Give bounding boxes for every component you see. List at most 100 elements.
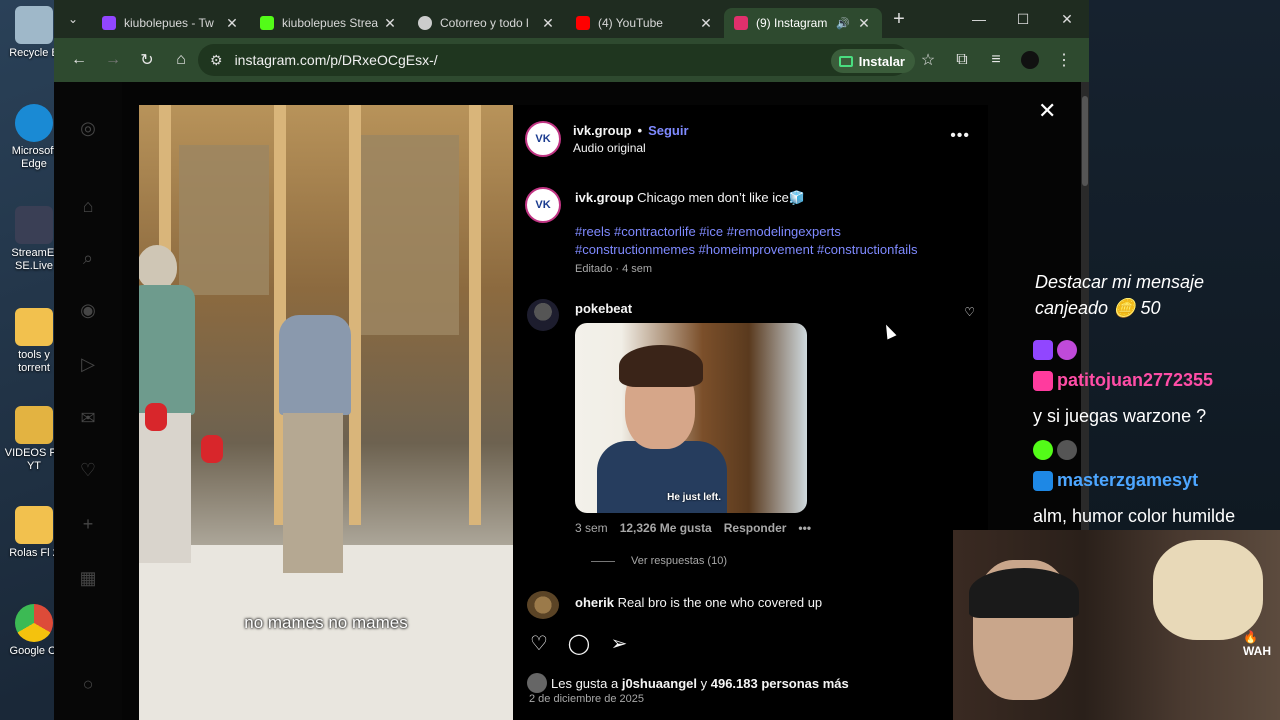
chat-author: patitojuan2772355 [1033, 370, 1213, 392]
close-window-button[interactable]: ✕ [1045, 0, 1089, 38]
desktop-icon-label: Recycle B [9, 47, 59, 59]
caption-username[interactable]: ivk.group [575, 190, 634, 205]
close-icon[interactable]: ✕ [224, 15, 240, 32]
likes-count[interactable]: 496.183 personas más [711, 676, 849, 691]
tab-label: Cotorreo y todo l [440, 16, 529, 30]
tab-youtube[interactable]: (4) YouTube ✕ [566, 8, 724, 38]
tab-chatgpt[interactable]: Cotorreo y todo l ✕ [408, 8, 566, 38]
streamelements-icon [15, 206, 53, 244]
post-date: 2 de diciembre de 2025 [529, 693, 644, 705]
reload-icon: ↻ [140, 52, 154, 69]
desktop-icon-label: tools y torrent [18, 349, 50, 374]
star-icon: ☆ [920, 52, 936, 69]
instagram-icon [734, 16, 748, 30]
worker-right [269, 315, 359, 585]
commenter-username[interactable]: pokebeat [575, 301, 632, 316]
comment-gif[interactable]: He just left. [575, 323, 807, 513]
arrow-right-icon: → [105, 51, 121, 68]
caption-hashtags[interactable]: #reels #contractorlife #ice #remodelinge… [575, 223, 955, 259]
wood-stud [469, 105, 481, 525]
commenter-username[interactable]: oherik [575, 595, 614, 610]
minimize-button[interactable]: — [957, 0, 1001, 38]
tab-label: kiubolepues Strea [282, 16, 379, 30]
close-icon[interactable]: ✕ [540, 15, 556, 32]
back-button[interactable]: ← [62, 43, 96, 77]
follow-button[interactable]: Seguir [648, 123, 688, 138]
comment-item: oherik Real bro is the one who covered u… [527, 591, 977, 619]
recycle-bin-icon [15, 6, 53, 44]
window-controls: — ☐ ✕ [957, 0, 1089, 38]
new-tab-button[interactable]: + [882, 8, 916, 31]
view-replies[interactable]: Ver respuestas (10) [591, 555, 727, 567]
glove [201, 435, 223, 463]
site-info-icon[interactable]: ⚙ [210, 52, 223, 69]
caption-meta: Editado · 4 sem [575, 263, 653, 275]
kebab-menu-icon: ⋮ [1056, 52, 1072, 69]
puzzle-icon: ⧉ [956, 51, 968, 68]
author-avatar[interactable]: VK [525, 187, 561, 223]
webcam-overlay: 🔥WAH [953, 530, 1280, 720]
like-heart-icon[interactable]: ♡ [527, 631, 551, 655]
comment-more-icon[interactable]: ••• [798, 521, 811, 535]
reload-button[interactable]: ↻ [130, 43, 164, 77]
stream-chat-overlay: Destacar mi mensaje canjeado 🪙 50 patito… [1033, 0, 1280, 530]
forward-button[interactable]: → [96, 43, 130, 77]
tab-strip: ⌄ kiubolepues - Tw ✕ kiubolepues Strea ✕… [54, 0, 1089, 38]
audio-label[interactable]: Audio original [573, 141, 646, 155]
post-modal: no mames no mames VK ivk.group • Seguir Au… [139, 105, 988, 720]
close-icon[interactable]: ✕ [856, 15, 872, 32]
maximize-button[interactable]: ☐ [1001, 0, 1045, 38]
comment-like-heart-icon[interactable]: ♡ [964, 305, 975, 319]
close-modal-icon[interactable]: ✕ [1038, 98, 1056, 124]
tab-instagram[interactable]: (9) Instagram 🔊 ✕ [724, 8, 882, 38]
bookmark-button[interactable]: ☆ [911, 43, 945, 77]
share-send-icon[interactable]: ➢ [607, 631, 631, 655]
media-control-button[interactable]: ≡ [979, 43, 1013, 77]
author-username[interactable]: ivk.group [573, 123, 632, 138]
comment-age: 3 sem [575, 521, 608, 535]
instagram-page: ◎ ⌂ ⌕ ◉ ▷ ✉ ♡ + ▦ ○ [54, 82, 1089, 720]
post-details-panel: VK ivk.group • Seguir Audio original ••• V… [513, 105, 988, 720]
close-icon[interactable]: ✕ [382, 15, 398, 32]
extensions-button[interactable]: ⧉ [945, 43, 979, 77]
home-button[interactable]: ⌂ [164, 43, 198, 77]
menu-button[interactable]: ⋮ [1047, 43, 1081, 77]
comment-bubble-icon[interactable]: ◯ [567, 631, 591, 655]
tab-search-button[interactable]: ⌄ [54, 0, 92, 38]
close-icon[interactable]: ✕ [698, 15, 714, 32]
video-subtitle: no mames no mames [244, 613, 408, 632]
post-actions: ♡ ◯ ➢ [527, 631, 631, 655]
speaker-icon[interactable]: 🔊 [836, 17, 850, 30]
streamer-cap [969, 568, 1079, 618]
reel-video[interactable]: no mames no mames [139, 105, 513, 720]
tab-kick[interactable]: kiubolepues Strea ✕ [250, 8, 408, 38]
chat-badges [1033, 440, 1081, 460]
commenter-avatar[interactable] [527, 299, 559, 331]
folder-icon [15, 308, 53, 346]
desktop-icon-label: Microsoft Edge [11, 145, 57, 170]
hammer-badge-icon [1033, 471, 1053, 492]
more-options-icon[interactable]: ••• [950, 127, 970, 145]
profile-button[interactable] [1013, 43, 1047, 77]
user-badge-icon [1057, 340, 1077, 360]
kick-badge-icon [1033, 440, 1053, 460]
toolbar-right: ☆ ⧉ ≡ ⋮ [911, 43, 1081, 77]
comment-likes[interactable]: 12,326 Me gusta [620, 521, 712, 535]
caption-body: Chicago men don’t like ice🧊 [637, 190, 806, 205]
chat-badges [1033, 340, 1081, 360]
tab-twitch[interactable]: kiubolepues - Tw ✕ [92, 8, 250, 38]
author-avatar[interactable]: VK [525, 121, 561, 157]
twitch-badge-icon [1033, 340, 1053, 360]
post-header: VK ivk.group • Seguir Audio original ••• [525, 121, 976, 161]
webcam-sign-text: 🔥WAH [1243, 630, 1271, 658]
commenter-avatar[interactable] [527, 591, 559, 619]
chatgpt-icon [418, 16, 432, 30]
install-app-button[interactable]: Instalar [830, 49, 915, 73]
reply-button[interactable]: Responder [724, 521, 787, 535]
likes-summary: Les gusta a j0shuaangel y 496.183 person… [527, 673, 849, 693]
address-bar[interactable]: ⚙ instagram.com/p/DRxeOCgEsx-/ [198, 44, 909, 76]
scrollbar-thumb[interactable] [1082, 96, 1088, 186]
liker-avatar [527, 673, 547, 693]
likes-user[interactable]: j0shuaangel [622, 676, 697, 691]
install-icon [838, 55, 853, 67]
